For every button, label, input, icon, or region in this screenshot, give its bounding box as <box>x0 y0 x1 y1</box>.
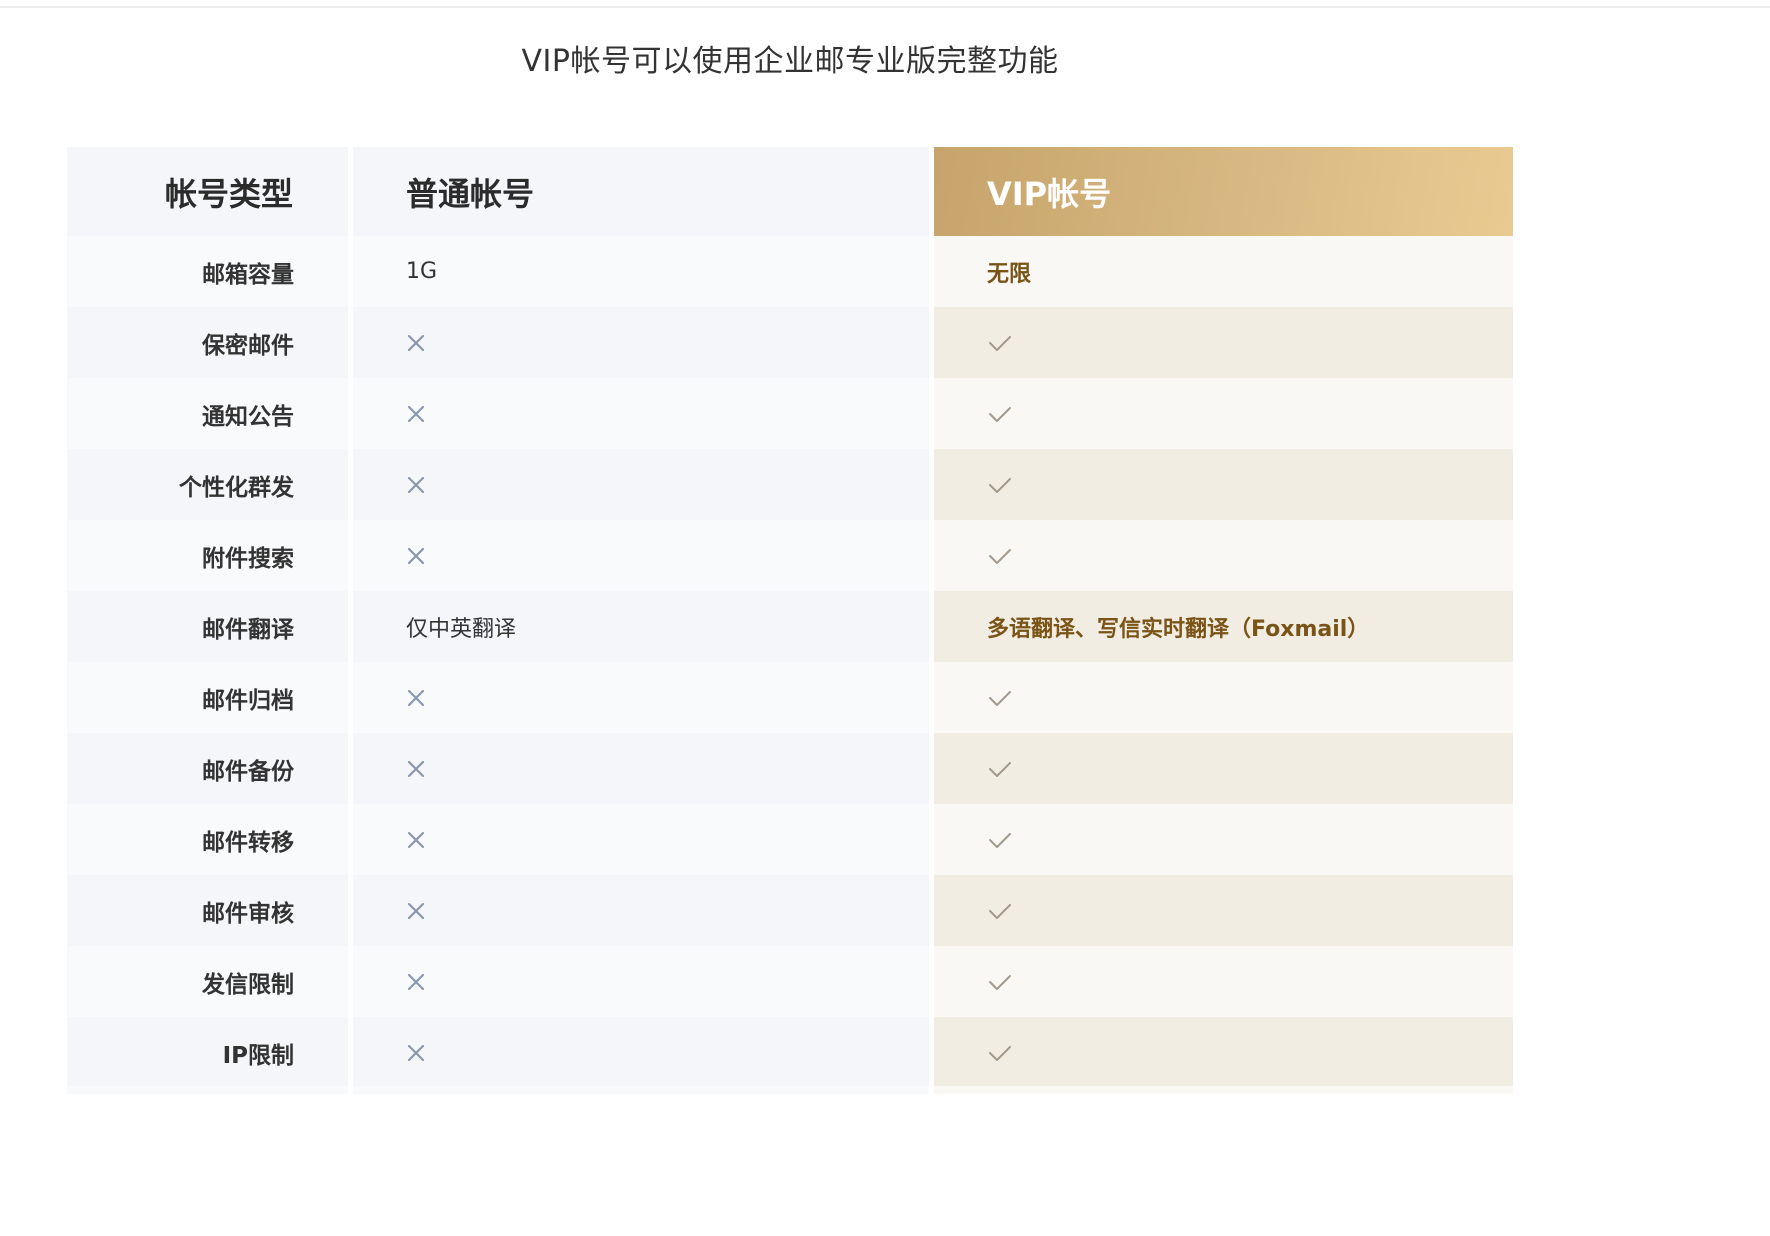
table-row: 保密邮件 <box>67 307 1513 378</box>
table-row: 邮件审核 <box>67 875 1513 946</box>
normal-value: 仅中英翻译 <box>353 591 929 662</box>
check-icon <box>987 546 1013 566</box>
normal-value <box>353 946 929 1017</box>
table-row: 邮件归档 <box>67 662 1513 733</box>
vip-value <box>934 1017 1513 1088</box>
normal-value <box>353 733 929 804</box>
check-icon <box>987 830 1013 850</box>
check-icon <box>987 404 1013 424</box>
table-body: 邮箱容量 1G 无限保密邮件 通知公告 个性化群发 附件搜索 邮件翻译 仅中英翻译 多语翻译、写… <box>67 236 1513 1088</box>
cross-icon <box>406 546 426 566</box>
vip-value: 无限 <box>934 236 1513 307</box>
feature-label: 邮件翻译 <box>67 591 348 662</box>
table-row: 邮件转移 <box>67 804 1513 875</box>
cross-icon <box>406 972 426 992</box>
feature-label: 邮件审核 <box>67 875 348 946</box>
normal-value <box>353 449 929 520</box>
normal-value <box>353 1017 929 1088</box>
comparison-table: 帐号类型 普通帐号 VIP帐号 邮箱容量 1G 无限保密邮件 通知公告 个性化群发 附件搜… <box>67 147 1513 1088</box>
normal-value <box>353 378 929 449</box>
feature-label: 通知公告 <box>67 378 348 449</box>
normal-value <box>353 875 929 946</box>
normal-value: 1G <box>353 236 929 307</box>
normal-value <box>353 804 929 875</box>
check-icon <box>987 333 1013 353</box>
vip-value <box>934 946 1513 1017</box>
vip-value-text: 无限 <box>987 261 1032 287</box>
table-bottom-edge <box>67 1086 1513 1094</box>
table-row: 个性化群发 <box>67 449 1513 520</box>
cross-icon <box>406 1043 426 1063</box>
table-row: 通知公告 <box>67 378 1513 449</box>
table-row: IP限制 <box>67 1017 1513 1088</box>
cross-icon <box>406 333 426 353</box>
normal-value <box>353 520 929 591</box>
cross-icon <box>406 759 426 779</box>
feature-label: 附件搜索 <box>67 520 348 591</box>
vip-value <box>934 733 1513 804</box>
table-row: 邮箱容量 1G 无限 <box>67 236 1513 307</box>
header-normal-account: 普通帐号 <box>353 147 929 236</box>
check-icon <box>987 972 1013 992</box>
feature-label: 邮件备份 <box>67 733 348 804</box>
normal-value <box>353 307 929 378</box>
table-row: 附件搜索 <box>67 520 1513 591</box>
vip-value <box>934 662 1513 733</box>
header-account-type: 帐号类型 <box>67 147 348 236</box>
check-icon <box>987 1043 1013 1063</box>
check-icon <box>987 759 1013 779</box>
cross-icon <box>406 901 426 921</box>
table-header-row: 帐号类型 普通帐号 VIP帐号 <box>67 147 1513 236</box>
table-row: 邮件翻译 仅中英翻译 多语翻译、写信实时翻译（Foxmail） <box>67 591 1513 662</box>
normal-value <box>353 662 929 733</box>
vip-value <box>934 449 1513 520</box>
check-icon <box>987 688 1013 708</box>
normal-value-text: 仅中英翻译 <box>406 616 517 642</box>
cross-icon <box>406 830 426 850</box>
check-icon <box>987 901 1013 921</box>
vip-value <box>934 804 1513 875</box>
page-title: VIP帐号可以使用企业邮专业版完整功能 <box>521 44 1059 79</box>
top-divider <box>0 6 1770 8</box>
vip-value <box>934 307 1513 378</box>
feature-label: 邮箱容量 <box>67 236 348 307</box>
vip-value <box>934 378 1513 449</box>
feature-label: 保密邮件 <box>67 307 348 378</box>
cross-icon <box>406 475 426 495</box>
feature-label: 发信限制 <box>67 946 348 1017</box>
feature-label: 个性化群发 <box>67 449 348 520</box>
normal-value-text: 1G <box>406 259 438 284</box>
vip-value: 多语翻译、写信实时翻译（Foxmail） <box>934 591 1513 662</box>
feature-label: 邮件归档 <box>67 662 348 733</box>
vip-value-text: 多语翻译、写信实时翻译（Foxmail） <box>987 616 1370 642</box>
table-row: 邮件备份 <box>67 733 1513 804</box>
table-row: 发信限制 <box>67 946 1513 1017</box>
feature-label: IP限制 <box>67 1017 348 1088</box>
cross-icon <box>406 404 426 424</box>
feature-label: 邮件转移 <box>67 804 348 875</box>
header-vip-account: VIP帐号 <box>934 147 1513 236</box>
cross-icon <box>406 688 426 708</box>
check-icon <box>987 475 1013 495</box>
vip-value <box>934 875 1513 946</box>
vip-value <box>934 520 1513 591</box>
